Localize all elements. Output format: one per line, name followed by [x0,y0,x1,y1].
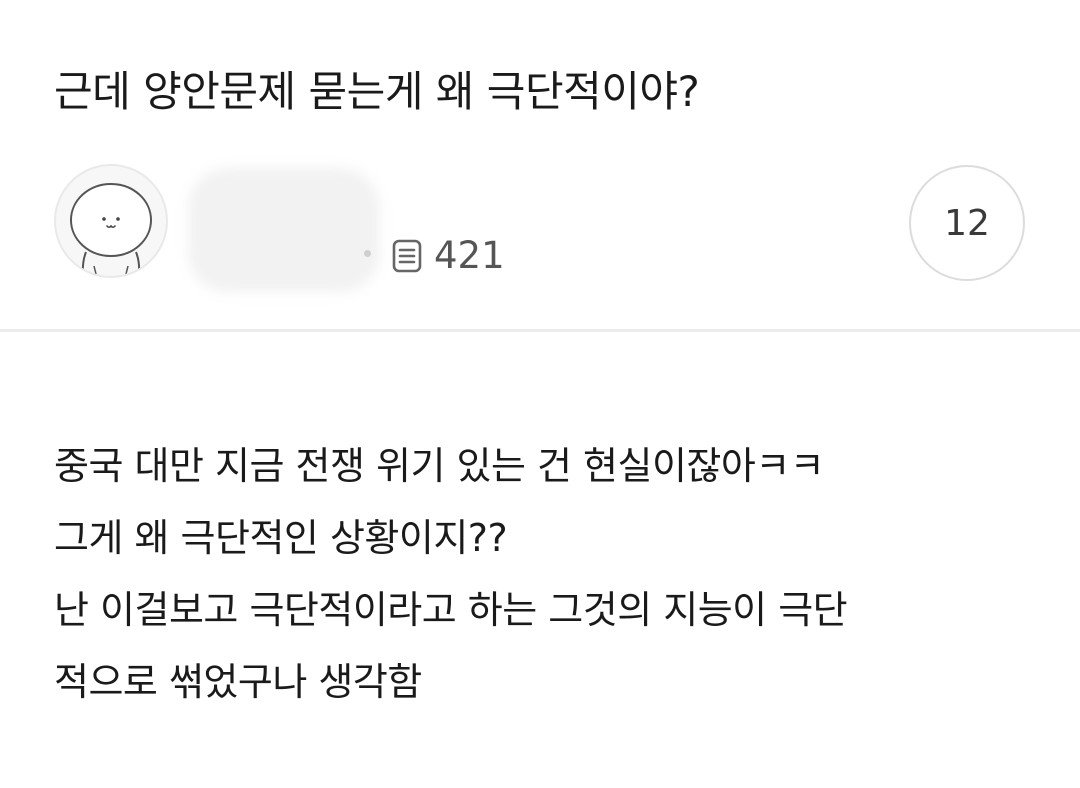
meta-separator-dot [364,250,371,257]
author-post-count: 421 [392,232,505,280]
post-body-line: 중국 대만 지금 전쟁 위기 있는 건 현실이잖아ㅋㅋ [54,444,825,488]
author-name-blurred[interactable]: 익명 [188,168,380,292]
comment-count-button[interactable]: 12 [909,165,1025,281]
document-icon [392,239,422,273]
smiling-seal-avatar-icon [70,183,152,276]
post-title: 근데 양안문제 묻는게 왜 극단적이야? [54,67,700,116]
post-body-line: 적으로 썪었구나 생각함 [54,660,422,704]
header-divider [0,329,1080,332]
post-body-line: 그게 왜 극단적인 상황이지?? [54,516,508,560]
author-avatar[interactable] [54,164,168,278]
post-body: 중국 대만 지금 전쟁 위기 있는 건 현실이잖아ㅋㅋ 그게 왜 극단적인 상황… [54,430,1054,718]
post-body-line: 난 이걸보고 극단적이라고 하는 그것의 지능이 극단 [54,588,848,632]
post-count-value: 421 [434,234,505,277]
